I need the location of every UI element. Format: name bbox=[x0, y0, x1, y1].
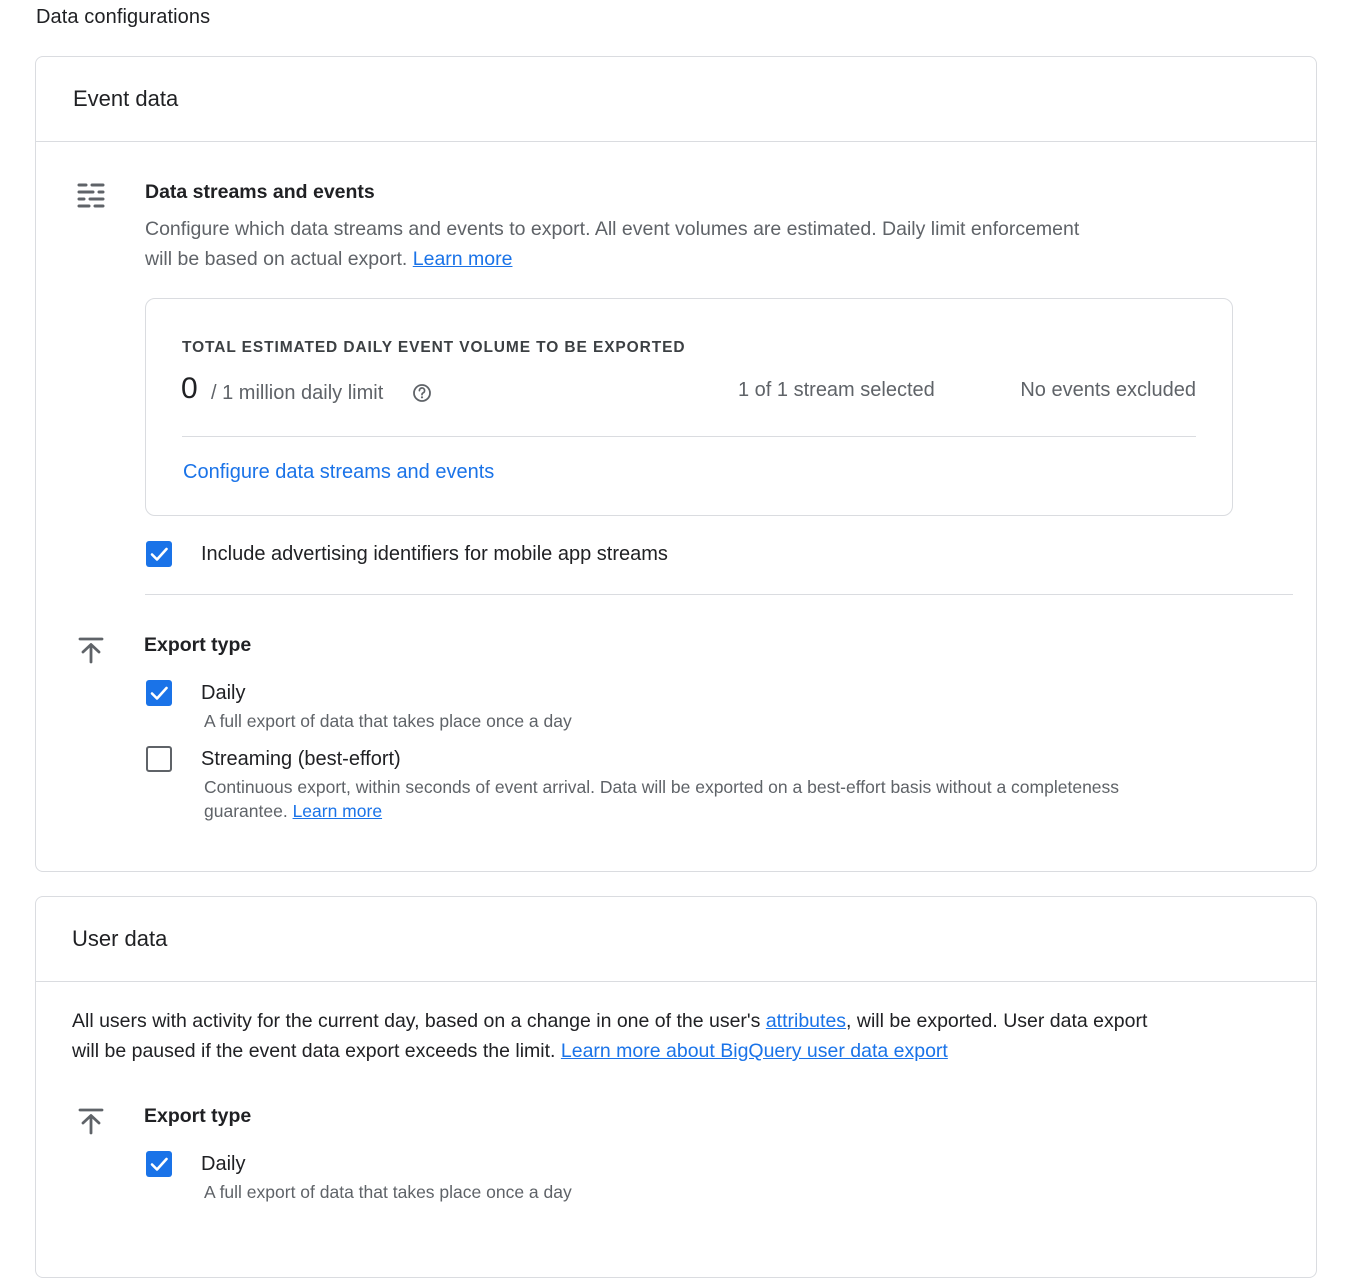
check-icon bbox=[150, 547, 168, 561]
configure-streams-link[interactable]: Configure data streams and events bbox=[183, 461, 494, 484]
upload-icon bbox=[78, 1108, 104, 1135]
event-data-card: Event data Data streams and events Confi… bbox=[35, 56, 1317, 872]
event-data-card-header: Event data bbox=[36, 57, 1316, 142]
volume-limit: / 1 million daily limit bbox=[211, 382, 384, 404]
streaming-export-checkbox[interactable] bbox=[146, 746, 172, 772]
advertising-ids-label: Include advertising identifiers for mobi… bbox=[201, 543, 668, 565]
streaming-learn-more-link[interactable]: Learn more bbox=[293, 801, 383, 821]
events-excluded: No events excluded bbox=[1020, 379, 1196, 401]
bigquery-user-export-link[interactable]: Learn more about BigQuery user data expo… bbox=[561, 1040, 948, 1062]
event-data-title: Event data bbox=[73, 86, 179, 111]
learn-more-link[interactable]: Learn more bbox=[413, 248, 513, 270]
page-title: Data configurations bbox=[36, 6, 211, 28]
data-streams-title: Data streams and events bbox=[145, 181, 375, 203]
attributes-link[interactable]: attributes bbox=[766, 1010, 846, 1032]
divider bbox=[182, 436, 1196, 437]
daily-export-checkbox[interactable] bbox=[146, 680, 172, 706]
help-icon[interactable] bbox=[412, 383, 432, 403]
advertising-ids-checkbox[interactable] bbox=[146, 541, 172, 567]
volume-count: 0 bbox=[181, 372, 198, 405]
export-type-title: Export type bbox=[144, 634, 252, 656]
streaming-export-description: Continuous export, within seconds of eve… bbox=[204, 777, 1120, 821]
divider bbox=[145, 594, 1293, 595]
upload-icon bbox=[78, 637, 104, 664]
streaming-export-label: Streaming (best-effort) bbox=[201, 748, 401, 770]
check-icon bbox=[150, 1157, 168, 1171]
user-data-description: All users with activity for the current … bbox=[72, 1010, 1148, 1062]
streams-selected: 1 of 1 stream selected bbox=[738, 379, 935, 401]
daily-export-description: A full export of data that takes place o… bbox=[204, 711, 572, 731]
volume-label: TOTAL ESTIMATED DAILY EVENT VOLUME TO BE… bbox=[182, 339, 686, 356]
event-volume-panel: TOTAL ESTIMATED DAILY EVENT VOLUME TO BE… bbox=[145, 298, 1233, 516]
data-streams-description: Configure which data streams and events … bbox=[145, 218, 1080, 270]
user-data-title: User data bbox=[72, 926, 168, 951]
user-daily-export-label: Daily bbox=[201, 1153, 246, 1175]
user-daily-export-description: A full export of data that takes place o… bbox=[204, 1182, 572, 1202]
user-data-card: User data All users with activity for th… bbox=[35, 896, 1317, 1278]
check-icon bbox=[150, 686, 168, 700]
tune-icon bbox=[77, 183, 105, 208]
user-export-type-title: Export type bbox=[144, 1105, 252, 1127]
user-data-card-header: User data bbox=[36, 897, 1316, 982]
daily-export-label: Daily bbox=[201, 682, 246, 704]
user-daily-export-checkbox[interactable] bbox=[146, 1151, 172, 1177]
